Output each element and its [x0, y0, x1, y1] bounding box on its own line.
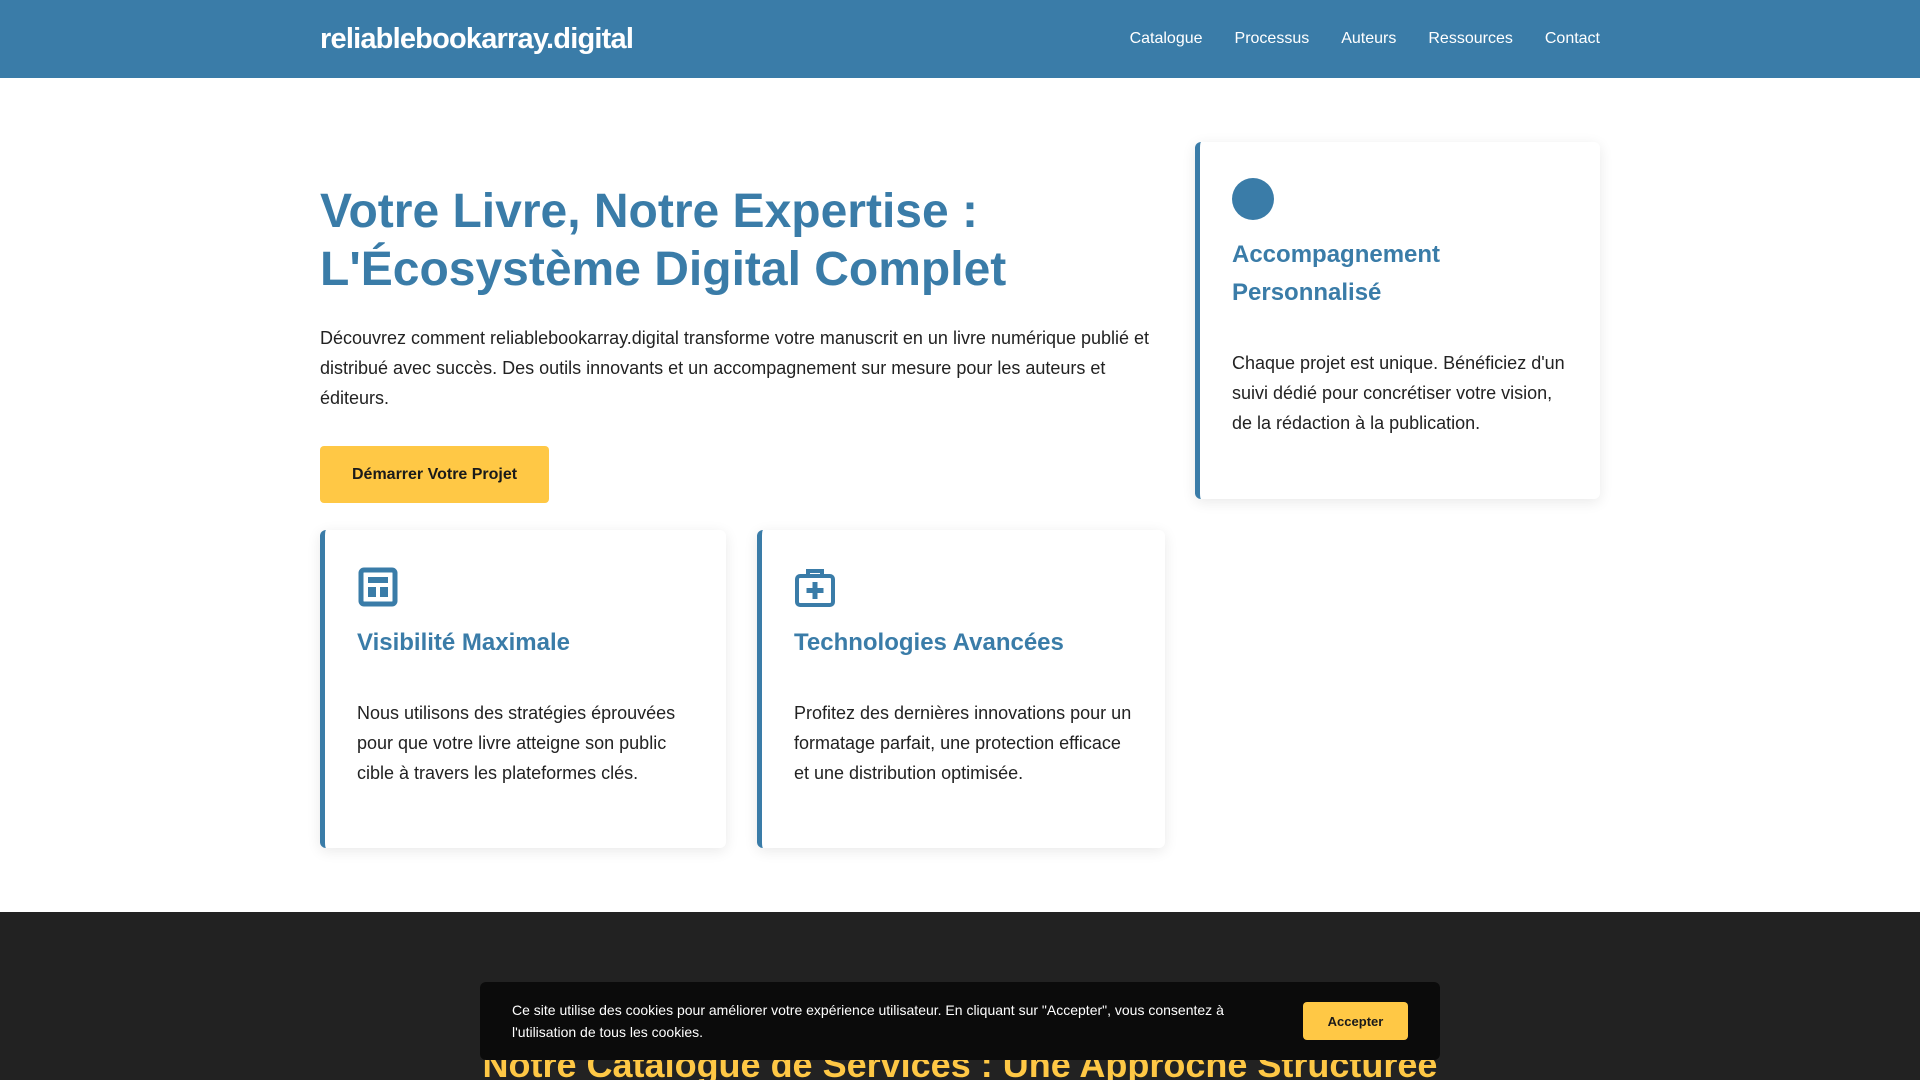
circle-icon	[1232, 178, 1568, 220]
feature-card-visibilite: Visibilité Maximale Nous utilisons des s…	[320, 530, 726, 848]
feature-card-technologies: Technologies Avancées Profitez des derni…	[757, 530, 1165, 848]
hero-section: Votre Livre, Notre Expertise : L'Écosyst…	[320, 78, 1600, 912]
card-text: Chaque projet est unique. Bénéficiez d'u…	[1232, 353, 1565, 433]
cookie-accept-button[interactable]: Accepter	[1303, 1002, 1408, 1040]
site-header: reliablebookarray.digital Catalogue Proc…	[0, 0, 1920, 78]
card-title: Technologies Avancées	[794, 629, 1064, 656]
card-text: Profitez des dernières innovations pour …	[794, 703, 1132, 783]
hero-title-line1: Votre Livre, Notre Expertise :	[320, 185, 978, 238]
medkit-icon	[794, 566, 1133, 608]
start-project-button[interactable]: Démarrer Votre Projet	[320, 446, 550, 503]
nav-link-contact[interactable]: Contact	[1545, 30, 1600, 48]
card-text: Nous utilisons des stratégies éprouvées …	[357, 703, 676, 783]
hero-title-line2: L'Écosystème Digital Complet	[320, 243, 1007, 296]
card-title: Accompagnement Personnalisé	[1232, 241, 1441, 306]
nav-link-processus[interactable]: Processus	[1235, 30, 1310, 48]
header-inner: reliablebookarray.digital Catalogue Proc…	[320, 0, 1600, 78]
hero-content: Votre Livre, Notre Expertise : L'Écosyst…	[320, 183, 1170, 503]
hero-title: Votre Livre, Notre Expertise : L'Écosyst…	[320, 183, 1170, 299]
cookie-banner: Ce site utilise des cookies pour amélior…	[480, 982, 1440, 1060]
cookie-banner-text: Ce site utilise des cookies pour amélior…	[512, 1002, 1224, 1040]
feature-card-accompagnement: Accompagnement Personnalisé Chaque proje…	[1195, 142, 1600, 499]
nav-link-catalogue[interactable]: Catalogue	[1130, 30, 1203, 48]
nav-link-ressources[interactable]: Ressources	[1428, 30, 1512, 48]
main-nav: Catalogue Processus Auteurs Ressources C…	[1130, 30, 1600, 48]
hero-description: Découvrez comment reliablebookarray.digi…	[320, 328, 1150, 408]
nav-link-auteurs[interactable]: Auteurs	[1341, 30, 1396, 48]
layout-icon	[357, 566, 694, 608]
card-title: Visibilité Maximale	[357, 629, 570, 656]
site-logo[interactable]: reliablebookarray.digital	[320, 23, 634, 56]
